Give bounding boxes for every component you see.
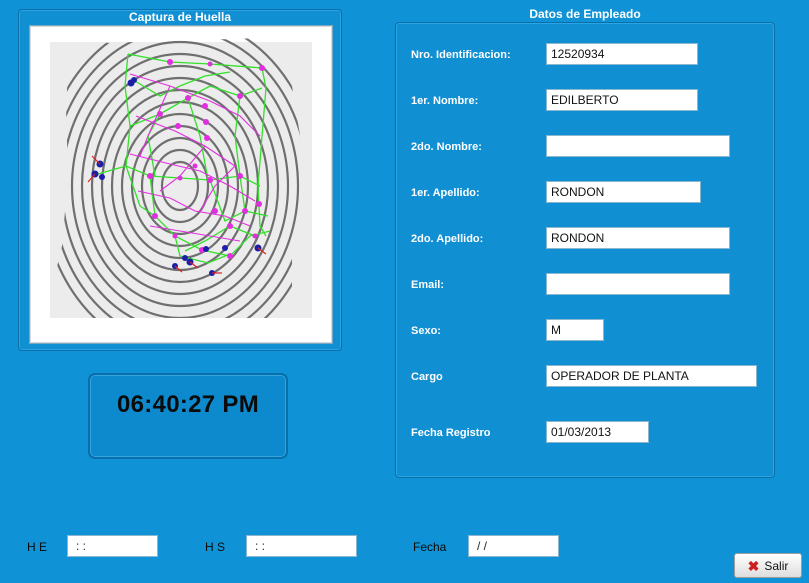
- entry-time-label: H E: [27, 540, 48, 554]
- sex-field[interactable]: [546, 319, 604, 341]
- second-last-name-field[interactable]: [546, 227, 730, 249]
- employee-panel: Nro. Identificacion: 1er. Nombre: 2do. N…: [395, 22, 775, 478]
- clock-panel: 06:40:27 PM: [89, 374, 287, 458]
- date-field[interactable]: / /: [468, 535, 559, 557]
- email-field[interactable]: [546, 273, 730, 295]
- registration-date-field[interactable]: [546, 421, 649, 443]
- exit-time-field[interactable]: : :: [246, 535, 357, 557]
- second-last-name-label: 2do. Apellido:: [411, 233, 484, 245]
- email-label: Email:: [411, 279, 445, 291]
- registration-date-label: Fecha Registro: [411, 427, 491, 439]
- middle-name-field[interactable]: [546, 135, 730, 157]
- last-name-field[interactable]: [546, 181, 701, 203]
- sex-label: Sexo:: [411, 325, 441, 337]
- entry-time-field[interactable]: : :: [67, 535, 158, 557]
- last-name-label: 1er. Apellido:: [411, 187, 480, 199]
- fingerprint-image: [50, 38, 312, 318]
- position-label: Cargo: [411, 371, 443, 383]
- capture-title: Captura de Huella: [128, 10, 232, 24]
- exit-time-label: H S: [205, 540, 226, 554]
- id-field[interactable]: [546, 43, 698, 65]
- close-icon: ✖: [747, 557, 760, 574]
- first-name-field[interactable]: [546, 89, 698, 111]
- exit-button[interactable]: ✖ Salir: [734, 553, 802, 578]
- fingerprint-frame: [29, 25, 333, 344]
- middle-name-label: 2do. Nombre:: [411, 141, 482, 153]
- position-field[interactable]: [546, 365, 757, 387]
- exit-button-label: Salir: [764, 558, 789, 573]
- employee-panel-title: Datos de Empleado: [529, 7, 641, 21]
- capture-panel: Captura de Huella: [18, 9, 342, 351]
- date-label: Fecha: [413, 540, 447, 554]
- first-name-label: 1er. Nombre:: [411, 95, 479, 107]
- clock-display: 06:40:27 PM: [116, 391, 260, 418]
- id-label: Nro. Identificacion:: [411, 49, 511, 61]
